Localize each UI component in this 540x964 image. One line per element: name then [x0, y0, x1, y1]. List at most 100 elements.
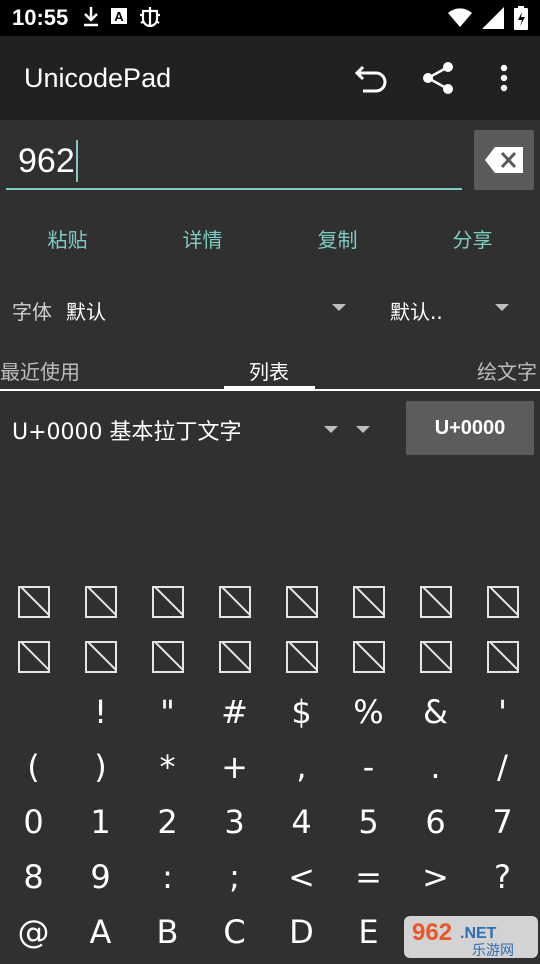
- char-cell[interactable]: <: [268, 849, 335, 904]
- char-cell[interactable]: @: [0, 904, 67, 959]
- char-cell-missing-glyph[interactable]: [335, 629, 402, 684]
- tab-divider: [0, 389, 540, 391]
- missing-glyph-icon: [17, 585, 50, 618]
- block-dropdown-icon[interactable]: [324, 426, 338, 433]
- font-variant-dropdown-icon[interactable]: [495, 304, 509, 311]
- char-cell-missing-glyph[interactable]: [469, 574, 536, 629]
- char-glyph: /: [497, 747, 508, 786]
- char-cell[interactable]: ;: [201, 849, 268, 904]
- block-select[interactable]: U+0000 基本拉丁文字: [12, 414, 242, 446]
- download-icon: [82, 5, 100, 31]
- char-cell-missing-glyph[interactable]: [134, 629, 201, 684]
- char-cell-missing-glyph[interactable]: [402, 629, 469, 684]
- char-cell[interactable]: B: [134, 904, 201, 959]
- backspace-button[interactable]: [474, 130, 534, 190]
- char-cell[interactable]: 8: [0, 849, 67, 904]
- undo-button[interactable]: [352, 58, 392, 98]
- char-cell[interactable]: (: [0, 739, 67, 794]
- char-cell-missing-glyph[interactable]: [0, 574, 67, 629]
- copy-button[interactable]: 复制: [270, 210, 405, 266]
- char-cell-missing-glyph[interactable]: [268, 629, 335, 684]
- bug-icon: [138, 5, 162, 31]
- char-cell[interactable]: 4: [268, 794, 335, 849]
- char-cell-missing-glyph[interactable]: [67, 574, 134, 629]
- char-cell[interactable]: ): [67, 739, 134, 794]
- char-cell-missing-glyph[interactable]: [67, 629, 134, 684]
- share-text-button[interactable]: 分享: [405, 210, 540, 266]
- char-glyph: ': [498, 692, 507, 731]
- missing-glyph-icon: [218, 640, 251, 673]
- char-cell-missing-glyph[interactable]: [0, 629, 67, 684]
- paste-button[interactable]: 粘贴: [0, 210, 135, 266]
- font-select-value[interactable]: 默认: [66, 296, 106, 325]
- codepoint-button[interactable]: U+0000: [406, 401, 534, 455]
- char-cell-missing-glyph[interactable]: [201, 629, 268, 684]
- char-cell[interactable]: ": [134, 684, 201, 739]
- char-cell[interactable]: A: [67, 904, 134, 959]
- char-glyph: $: [291, 692, 312, 731]
- char-cell[interactable]: =: [335, 849, 402, 904]
- char-glyph: &: [423, 692, 448, 731]
- char-glyph: %: [353, 692, 384, 731]
- text-input[interactable]: 962: [6, 134, 462, 190]
- missing-glyph-icon: [486, 640, 519, 673]
- char-cell-missing-glyph[interactable]: [134, 574, 201, 629]
- char-cell[interactable]: &: [402, 684, 469, 739]
- share-icon: [423, 62, 453, 94]
- missing-glyph-icon: [285, 585, 318, 618]
- char-glyph: B: [156, 912, 179, 951]
- char-glyph: 6: [425, 802, 446, 841]
- char-glyph: >: [422, 857, 449, 896]
- char-cell[interactable]: [0, 684, 67, 739]
- char-cell-missing-glyph[interactable]: [268, 574, 335, 629]
- tab-emoji[interactable]: 绘文字: [477, 356, 537, 385]
- char-cell[interactable]: ,: [268, 739, 335, 794]
- missing-glyph-icon: [486, 585, 519, 618]
- details-button[interactable]: 详情: [135, 210, 270, 266]
- char-cell[interactable]: ?: [469, 849, 536, 904]
- char-cell-missing-glyph[interactable]: [335, 574, 402, 629]
- char-cell[interactable]: 1: [67, 794, 134, 849]
- block-subdropdown-icon[interactable]: [356, 426, 370, 433]
- char-cell[interactable]: >: [402, 849, 469, 904]
- char-cell[interactable]: /: [469, 739, 536, 794]
- char-cell[interactable]: E: [335, 904, 402, 959]
- char-cell[interactable]: 6: [402, 794, 469, 849]
- char-cell[interactable]: D: [268, 904, 335, 959]
- char-glyph: @: [17, 912, 50, 951]
- missing-glyph-icon: [419, 640, 452, 673]
- tab-recent[interactable]: 最近使用: [0, 356, 80, 385]
- char-cell[interactable]: %: [335, 684, 402, 739]
- char-cell-missing-glyph[interactable]: [469, 629, 536, 684]
- char-cell[interactable]: !: [67, 684, 134, 739]
- share-button[interactable]: [418, 58, 458, 98]
- char-cell[interactable]: .: [402, 739, 469, 794]
- char-cell[interactable]: -: [335, 739, 402, 794]
- tab-list[interactable]: 列表: [249, 356, 289, 385]
- char-glyph: +: [221, 747, 248, 786]
- char-cell[interactable]: #: [201, 684, 268, 739]
- backspace-icon: [485, 147, 523, 173]
- char-cell[interactable]: 0: [0, 794, 67, 849]
- wifi-icon: [448, 7, 472, 33]
- missing-glyph-icon: [17, 640, 50, 673]
- char-cell[interactable]: 3: [201, 794, 268, 849]
- char-cell[interactable]: 5: [335, 794, 402, 849]
- char-cell[interactable]: 7: [469, 794, 536, 849]
- char-cell[interactable]: 9: [67, 849, 134, 904]
- char-cell-missing-glyph[interactable]: [201, 574, 268, 629]
- char-cell[interactable]: ': [469, 684, 536, 739]
- char-cell[interactable]: 2: [134, 794, 201, 849]
- more-options-button[interactable]: [484, 58, 524, 98]
- char-glyph: A: [89, 912, 112, 951]
- char-cell-missing-glyph[interactable]: [402, 574, 469, 629]
- font-dropdown-icon[interactable]: [332, 304, 346, 311]
- char-cell[interactable]: +: [201, 739, 268, 794]
- char-cell[interactable]: $: [268, 684, 335, 739]
- char-glyph: 7: [492, 802, 513, 841]
- font-variant-select-value[interactable]: 默认..: [390, 296, 443, 325]
- char-cell[interactable]: C: [201, 904, 268, 959]
- char-cell[interactable]: *: [134, 739, 201, 794]
- char-cell[interactable]: :: [134, 849, 201, 904]
- block-row: U+0000 基本拉丁文字 U+0000: [0, 400, 540, 458]
